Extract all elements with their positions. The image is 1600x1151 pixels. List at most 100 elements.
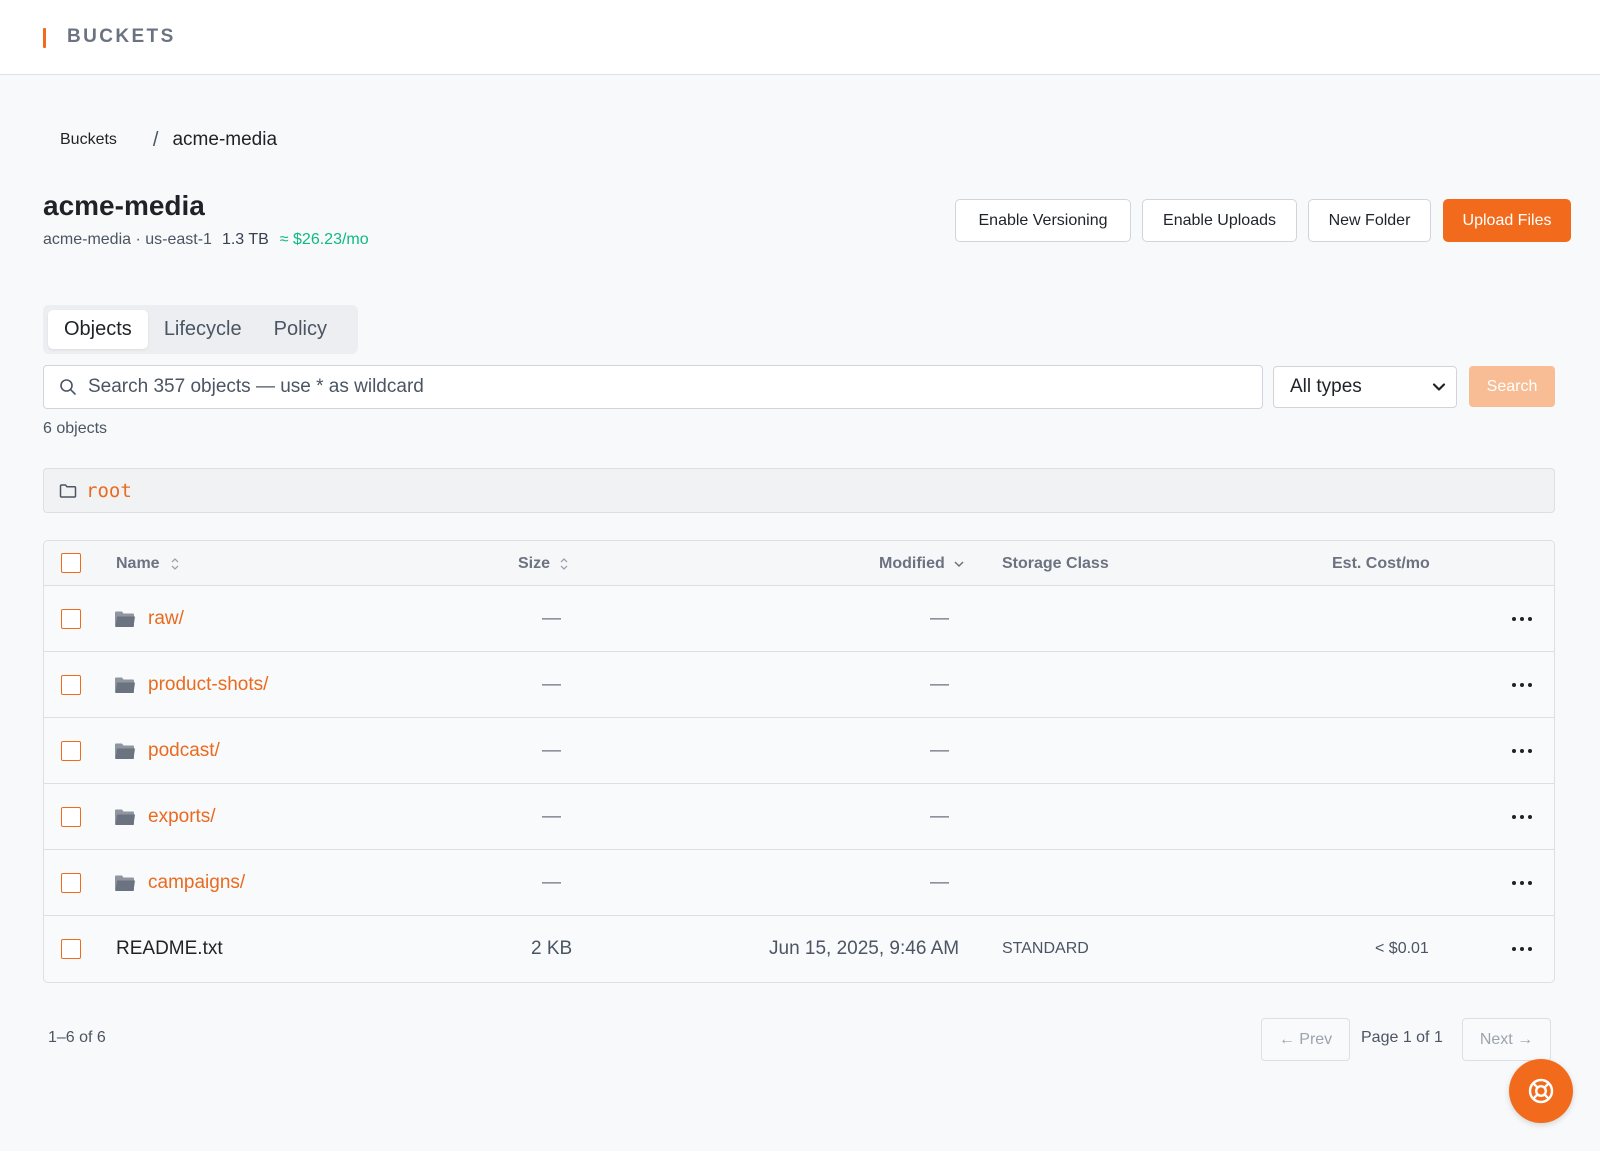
path-bar: root [43, 468, 1555, 513]
table-row[interactable]: README.txt 2 KB Jun 15, 2025, 9:46 AM ST… [44, 916, 1554, 982]
column-header-storage-class: Storage Class [1002, 554, 1109, 572]
select-all-checkbox[interactable] [61, 553, 81, 573]
name-cell: campaigns/ [114, 850, 245, 916]
next-page-button[interactable]: Next → [1462, 1018, 1551, 1061]
storage-class-cell: STANDARD [1002, 916, 1089, 982]
row-checkbox[interactable] [61, 873, 81, 893]
size-value: — [542, 872, 561, 893]
sort-icon [171, 557, 179, 570]
modified-value: — [930, 806, 949, 827]
folder-icon [115, 611, 135, 627]
column-header-modified[interactable]: Modified [879, 541, 965, 586]
name-cell: product-shots/ [114, 652, 268, 718]
table-row[interactable]: podcast/ — — [44, 718, 1554, 784]
modified-value: — [930, 674, 949, 695]
column-header-size[interactable]: Size [518, 541, 569, 586]
table-row[interactable]: product-shots/ — — [44, 652, 1554, 718]
row-checkbox[interactable] [61, 675, 81, 695]
modified-cell: — [930, 652, 949, 718]
column-name-label: Name [116, 554, 160, 572]
upload-files-button[interactable]: Upload Files [1443, 199, 1571, 242]
modified-value: — [930, 740, 949, 761]
path-root-link[interactable]: root [86, 480, 132, 502]
row-checkbox[interactable] [61, 741, 81, 761]
tab-objects[interactable]: Objects [48, 310, 148, 349]
tab-lifecycle[interactable]: Lifecycle [148, 310, 258, 349]
size-cell: — [542, 586, 561, 652]
modified-cell: — [930, 784, 949, 850]
search-input[interactable] [88, 376, 1238, 398]
size-cell: — [542, 784, 561, 850]
search-button[interactable]: Search [1469, 366, 1555, 407]
object-count: 6 objects [43, 420, 108, 437]
prev-page-button[interactable]: ← Prev [1261, 1018, 1350, 1061]
bucket-meta: acme-media · us-east-1 1.3 TB ≈ $26.23/m… [43, 231, 369, 249]
modified-cell: — [930, 586, 949, 652]
folder-link[interactable]: exports/ [148, 806, 216, 828]
folder-outline-icon [59, 483, 77, 498]
folder-icon [115, 875, 135, 891]
breadcrumb-current: acme-media [172, 129, 278, 150]
modified-value: — [930, 872, 949, 893]
folder-icon [115, 677, 135, 693]
row-actions-menu[interactable] [1512, 874, 1532, 892]
folder-link[interactable]: raw/ [148, 608, 184, 630]
size-cell: — [542, 652, 561, 718]
modified-value: Jun 15, 2025, 9:46 AM [769, 938, 960, 959]
size-value: — [542, 806, 561, 827]
column-modified-label: Modified [879, 554, 945, 572]
row-checkbox[interactable] [61, 939, 81, 959]
folder-link[interactable]: campaigns/ [148, 872, 245, 894]
folder-link[interactable]: podcast/ [148, 740, 220, 762]
row-checkbox[interactable] [61, 807, 81, 827]
cost-cell: < $0.01 [1375, 916, 1429, 982]
name-cell: raw/ [114, 586, 184, 652]
column-header-cost: Est. Cost/mo [1332, 554, 1430, 572]
search-icon [60, 379, 76, 395]
column-header-name[interactable]: Name [116, 541, 180, 586]
row-actions-menu[interactable] [1512, 742, 1532, 760]
pagination-range: 1–6 of 6 [48, 1029, 106, 1046]
breadcrumb-separator: / [152, 128, 159, 151]
help-button[interactable] [1509, 1059, 1573, 1123]
row-actions-menu[interactable] [1512, 610, 1532, 628]
sort-icon [560, 557, 568, 570]
new-folder-button[interactable]: New Folder [1308, 199, 1431, 242]
modified-cell: — [930, 718, 949, 784]
row-actions-menu[interactable] [1512, 808, 1532, 826]
bucket-size: 1.3 TB [221, 231, 269, 248]
page-indicator: Page 1 of 1 [1361, 1029, 1443, 1046]
tab-policy[interactable]: Policy [258, 310, 343, 349]
enable-uploads-button[interactable]: Enable Uploads [1142, 199, 1297, 242]
bucket-region: acme-media · us-east-1 [43, 231, 212, 248]
page-title: acme-media [43, 190, 205, 221]
enable-versioning-button[interactable]: Enable Versioning [955, 199, 1131, 242]
modified-cell: Jun 15, 2025, 9:46 AM [769, 916, 959, 982]
size-cell: — [542, 850, 561, 916]
row-actions-menu[interactable] [1512, 940, 1532, 958]
size-cell: — [542, 718, 561, 784]
folder-link[interactable]: product-shots/ [148, 674, 268, 696]
row-checkbox[interactable] [61, 609, 81, 629]
table-row[interactable]: exports/ — — [44, 784, 1554, 850]
top-bar: BUCKETS [0, 0, 1600, 75]
lifebuoy-icon [1528, 1078, 1554, 1104]
size-value: — [542, 608, 561, 629]
size-value: — [542, 674, 561, 695]
table-header: Name Size Modified Storage Class Est. Co… [44, 541, 1554, 586]
table-row[interactable]: campaigns/ — — [44, 850, 1554, 916]
size-value: 2 KB [531, 938, 573, 959]
modified-cell: — [930, 850, 949, 916]
file-name[interactable]: README.txt [116, 938, 223, 960]
folder-icon [115, 743, 135, 759]
breadcrumb-buckets-link[interactable]: Buckets [60, 131, 117, 149]
storage-class-value: STANDARD [1002, 940, 1089, 957]
row-actions-menu[interactable] [1512, 676, 1532, 694]
column-size-label: Size [518, 554, 551, 572]
folder-icon [115, 809, 135, 825]
name-cell: README.txt [116, 916, 223, 982]
table-row[interactable]: raw/ — — [44, 586, 1554, 652]
modified-value: — [930, 608, 949, 629]
sort-desc-icon [954, 560, 964, 567]
type-filter-select[interactable]: All types [1273, 366, 1457, 408]
